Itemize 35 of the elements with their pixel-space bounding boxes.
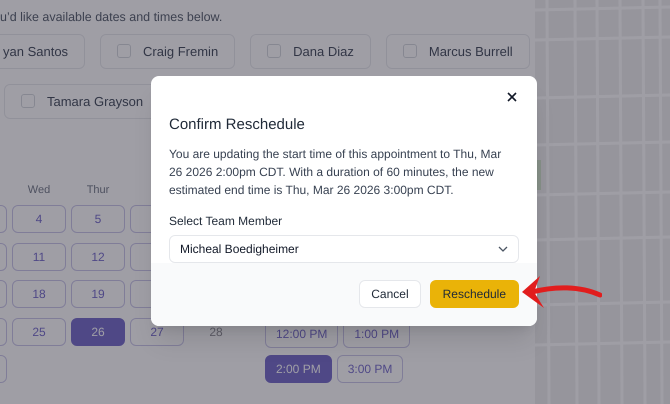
dialog-message: You are updating the start time of this appointment to Thu, Mar 26 2026 2:00pm CDT. With a duration of 60 minutes, the new estimated end time is Thu, Mar 26 2026 3:00pm CDT.	[169, 146, 502, 198]
cancel-button[interactable]: Cancel	[359, 280, 421, 308]
checkbox[interactable]	[402, 44, 417, 58]
team-member-option[interactable]: Craig Fremin	[100, 34, 236, 69]
team-member-option[interactable]: yan Santos	[0, 34, 86, 69]
weekday-label: Thur	[86, 182, 110, 198]
date-button[interactable]: 25	[12, 318, 66, 346]
dialog-title: Confirm Reschedule	[169, 115, 306, 135]
member-name: yan Santos	[3, 42, 68, 61]
selected-value: Micheal Boedigheimer	[180, 240, 299, 258]
close-icon[interactable]	[505, 90, 519, 104]
chevron-down-icon	[498, 246, 508, 252]
checkbox[interactable]	[267, 44, 282, 58]
member-name: Marcus Burrell	[428, 42, 513, 60]
time-slot[interactable]: 2:00 PM	[265, 355, 332, 384]
date-button[interactable]: 12	[71, 242, 125, 271]
date-button[interactable]: 26	[71, 318, 125, 346]
date-button[interactable]: 11	[12, 242, 66, 271]
date-button[interactable]: 5	[71, 205, 125, 234]
member-name: Craig Fremin	[143, 42, 218, 61]
team-member-option[interactable]: Marcus Burrell	[386, 34, 530, 69]
member-name: Tamara Grayson	[47, 92, 144, 111]
field-label: Select Team Member	[169, 212, 284, 230]
date-button[interactable]: 19	[71, 280, 125, 308]
instructions-text: u’d like available dates and times below.	[0, 9, 224, 26]
reschedule-button[interactable]: Reschedule	[430, 280, 519, 308]
weekday-label: Wed	[26, 182, 52, 198]
checkbox[interactable]	[21, 94, 35, 108]
date-button[interactable]: 18	[12, 280, 66, 308]
checkbox[interactable]	[117, 44, 132, 58]
member-name: Dana Diaz	[293, 42, 354, 60]
team-member-option[interactable]: Dana Diaz	[250, 34, 371, 69]
time-slot[interactable]: 3:00 PM	[336, 355, 404, 384]
date-button[interactable]: 4	[12, 205, 66, 234]
team-member-select[interactable]: Micheal Boedigheimer	[169, 234, 519, 262]
